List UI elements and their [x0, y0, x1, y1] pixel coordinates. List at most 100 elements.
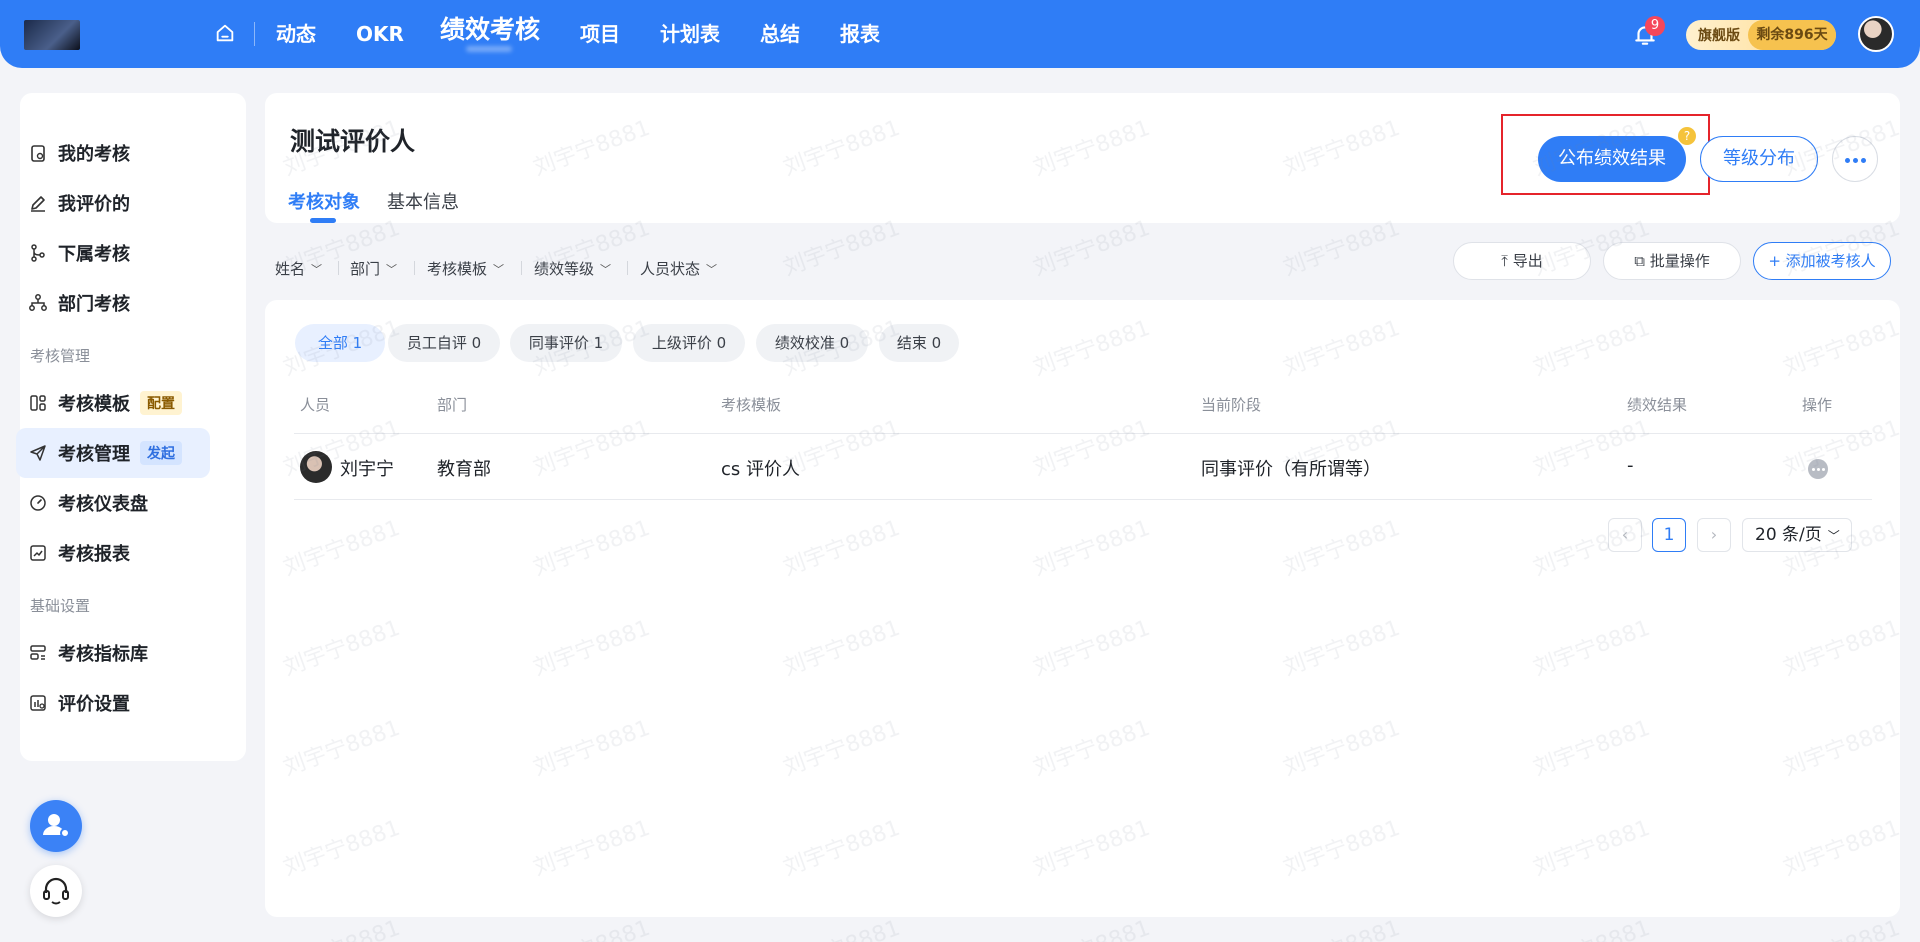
- sidebar-item-subordinate[interactable]: 下属考核: [16, 228, 210, 278]
- table-card: [265, 300, 1900, 917]
- cell-person[interactable]: 刘宇宁: [340, 455, 394, 481]
- column-header-stage: 当前阶段: [1201, 396, 1262, 414]
- plan-name: 旗舰版: [1698, 28, 1740, 44]
- nav-item-report[interactable]: 报表: [840, 20, 880, 48]
- customer-service-button[interactable]: [30, 865, 82, 917]
- table-header-divider: [294, 433, 1872, 434]
- notification-badge: 9: [1645, 16, 1665, 36]
- page-size-label: 20 条/页: [1755, 525, 1822, 545]
- sidebar-item-report[interactable]: 考核报表: [16, 528, 210, 578]
- plus-icon: +: [1768, 252, 1786, 270]
- more-options-button[interactable]: [1832, 136, 1878, 182]
- filter-divider: [627, 261, 628, 275]
- column-header-department: 部门: [437, 396, 468, 414]
- nav-item-performance[interactable]: 绩效考核: [440, 16, 540, 44]
- chevron-down-icon: ﹀: [1827, 529, 1840, 543]
- sidebar-item-label: 考核管理: [58, 444, 130, 465]
- copy-icon: ⧉: [1634, 252, 1650, 270]
- edit-icon: [31, 196, 45, 212]
- settings-icon: [30, 695, 46, 711]
- chart-icon: [30, 545, 46, 561]
- launch-tag: 发起: [140, 441, 182, 465]
- org-icon: [29, 294, 47, 311]
- export-label: 导出: [1512, 252, 1543, 270]
- sidebar-item-my-evaluated[interactable]: 我评价的: [16, 178, 210, 228]
- sidebar-item-label: 部门考核: [58, 294, 130, 315]
- sidebar-item-label: 考核报表: [58, 544, 130, 565]
- sidebar-item-evaluation-settings[interactable]: 评价设置: [16, 678, 210, 728]
- tab-active-indicator: [310, 218, 336, 223]
- filter-label: 绩效等级: [534, 260, 595, 278]
- sidebar-item-dashboard[interactable]: 考核仪表盘: [16, 478, 210, 528]
- export-button[interactable]: ⤒ 导出: [1453, 242, 1591, 280]
- chevron-down-icon: ﹀: [493, 262, 505, 276]
- page-size-select[interactable]: 20 条/页 ﹀: [1742, 518, 1852, 552]
- config-tag: 配置: [140, 391, 182, 415]
- nav-active-indicator: [466, 46, 512, 52]
- grade-distribution-button[interactable]: 等级分布: [1700, 136, 1818, 182]
- cell-department: 教育部: [437, 459, 491, 480]
- sidebar-item-label: 考核仪表盘: [58, 494, 148, 515]
- avatar: [300, 451, 332, 483]
- sidebar-item-label: 我评价的: [58, 194, 130, 215]
- cell-result: -: [1627, 455, 1634, 476]
- chevron-down-icon: ﹀: [386, 262, 398, 276]
- filter-template[interactable]: 考核模板 ﹀: [427, 258, 504, 279]
- top-navbar: 动态 OKR 绩效考核 项目 计划表 总结 报表 9 旗舰版 剩余896天: [0, 0, 1920, 68]
- user-avatar[interactable]: [1858, 16, 1894, 52]
- filter-status[interactable]: 人员状态 ﹀: [640, 258, 717, 279]
- chip-finished[interactable]: 结束 0: [879, 324, 959, 362]
- clipboard-icon: [31, 145, 45, 162]
- batch-label: 批量操作: [1649, 252, 1710, 270]
- chevron-down-icon: ﹀: [311, 262, 323, 276]
- chip-peer-review[interactable]: 同事评价 1: [510, 324, 622, 362]
- cell-stage: 同事评价（有所谓等）: [1201, 459, 1381, 480]
- chip-manager-review[interactable]: 上级评价 0: [633, 324, 745, 362]
- filter-grade[interactable]: 绩效等级 ﹀: [534, 258, 611, 279]
- sidebar-item-label: 我的考核: [58, 144, 130, 165]
- chevron-right-icon[interactable]: ›: [1697, 518, 1731, 552]
- filter-divider: [414, 261, 415, 275]
- chevron-left-icon[interactable]: ‹: [1608, 518, 1642, 552]
- filter-name[interactable]: 姓名 ﹀: [275, 258, 322, 279]
- nav-item-okr[interactable]: OKR: [356, 20, 404, 48]
- app-logo[interactable]: [24, 20, 80, 50]
- cell-template: cs 评价人: [721, 459, 800, 480]
- nav-item-project[interactable]: 项目: [580, 20, 620, 48]
- nav-item-dynamic[interactable]: 动态: [276, 20, 316, 48]
- chip-self-review[interactable]: 员工自评 0: [388, 324, 500, 362]
- user-gear-icon: [43, 814, 70, 838]
- page-title: 测试评价人: [290, 127, 416, 156]
- user-assistant-button[interactable]: [30, 800, 82, 852]
- sidebar-item-manage[interactable]: 考核管理 发起: [16, 428, 210, 478]
- column-header-person: 人员: [300, 396, 331, 414]
- filter-divider: [338, 261, 339, 275]
- chevron-down-icon: ﹀: [600, 262, 612, 276]
- sidebar-item-label: 考核模板: [58, 394, 130, 415]
- add-label: 添加被考核人: [1785, 252, 1876, 270]
- filter-divider: [521, 261, 522, 275]
- sidebar-item-department[interactable]: 部门考核: [16, 278, 210, 328]
- chip-calibration[interactable]: 绩效校准 0: [756, 324, 868, 362]
- row-more-icon[interactable]: [1808, 459, 1828, 479]
- tab-basic-info[interactable]: 基本信息: [387, 188, 459, 214]
- plan-badge[interactable]: 旗舰版 剩余896天: [1686, 20, 1836, 50]
- nav-item-plan[interactable]: 计划表: [660, 20, 720, 48]
- sidebar-item-label: 评价设置: [58, 694, 130, 715]
- headset-icon: [43, 877, 69, 905]
- publish-results-button[interactable]: 公布绩效结果: [1538, 136, 1686, 182]
- home-icon[interactable]: [214, 22, 236, 44]
- nav-item-summary[interactable]: 总结: [760, 20, 800, 48]
- sidebar-item-indicator-library[interactable]: 考核指标库: [16, 628, 210, 678]
- chip-all[interactable]: 全部 1: [295, 324, 385, 362]
- batch-operation-button[interactable]: ⧉ 批量操作: [1603, 242, 1741, 280]
- tab-review-targets[interactable]: 考核对象: [288, 188, 360, 214]
- help-icon[interactable]: ?: [1678, 127, 1696, 145]
- gauge-icon: [30, 495, 46, 511]
- column-header-template: 考核模板: [721, 396, 782, 414]
- sidebar-item-my-review[interactable]: 我的考核: [16, 128, 210, 178]
- add-reviewee-button[interactable]: + 添加被考核人: [1753, 242, 1891, 280]
- filter-department[interactable]: 部门 ﹀: [350, 258, 397, 279]
- page-number[interactable]: 1: [1652, 518, 1686, 552]
- sidebar-item-template[interactable]: 考核模板 配置: [16, 378, 210, 428]
